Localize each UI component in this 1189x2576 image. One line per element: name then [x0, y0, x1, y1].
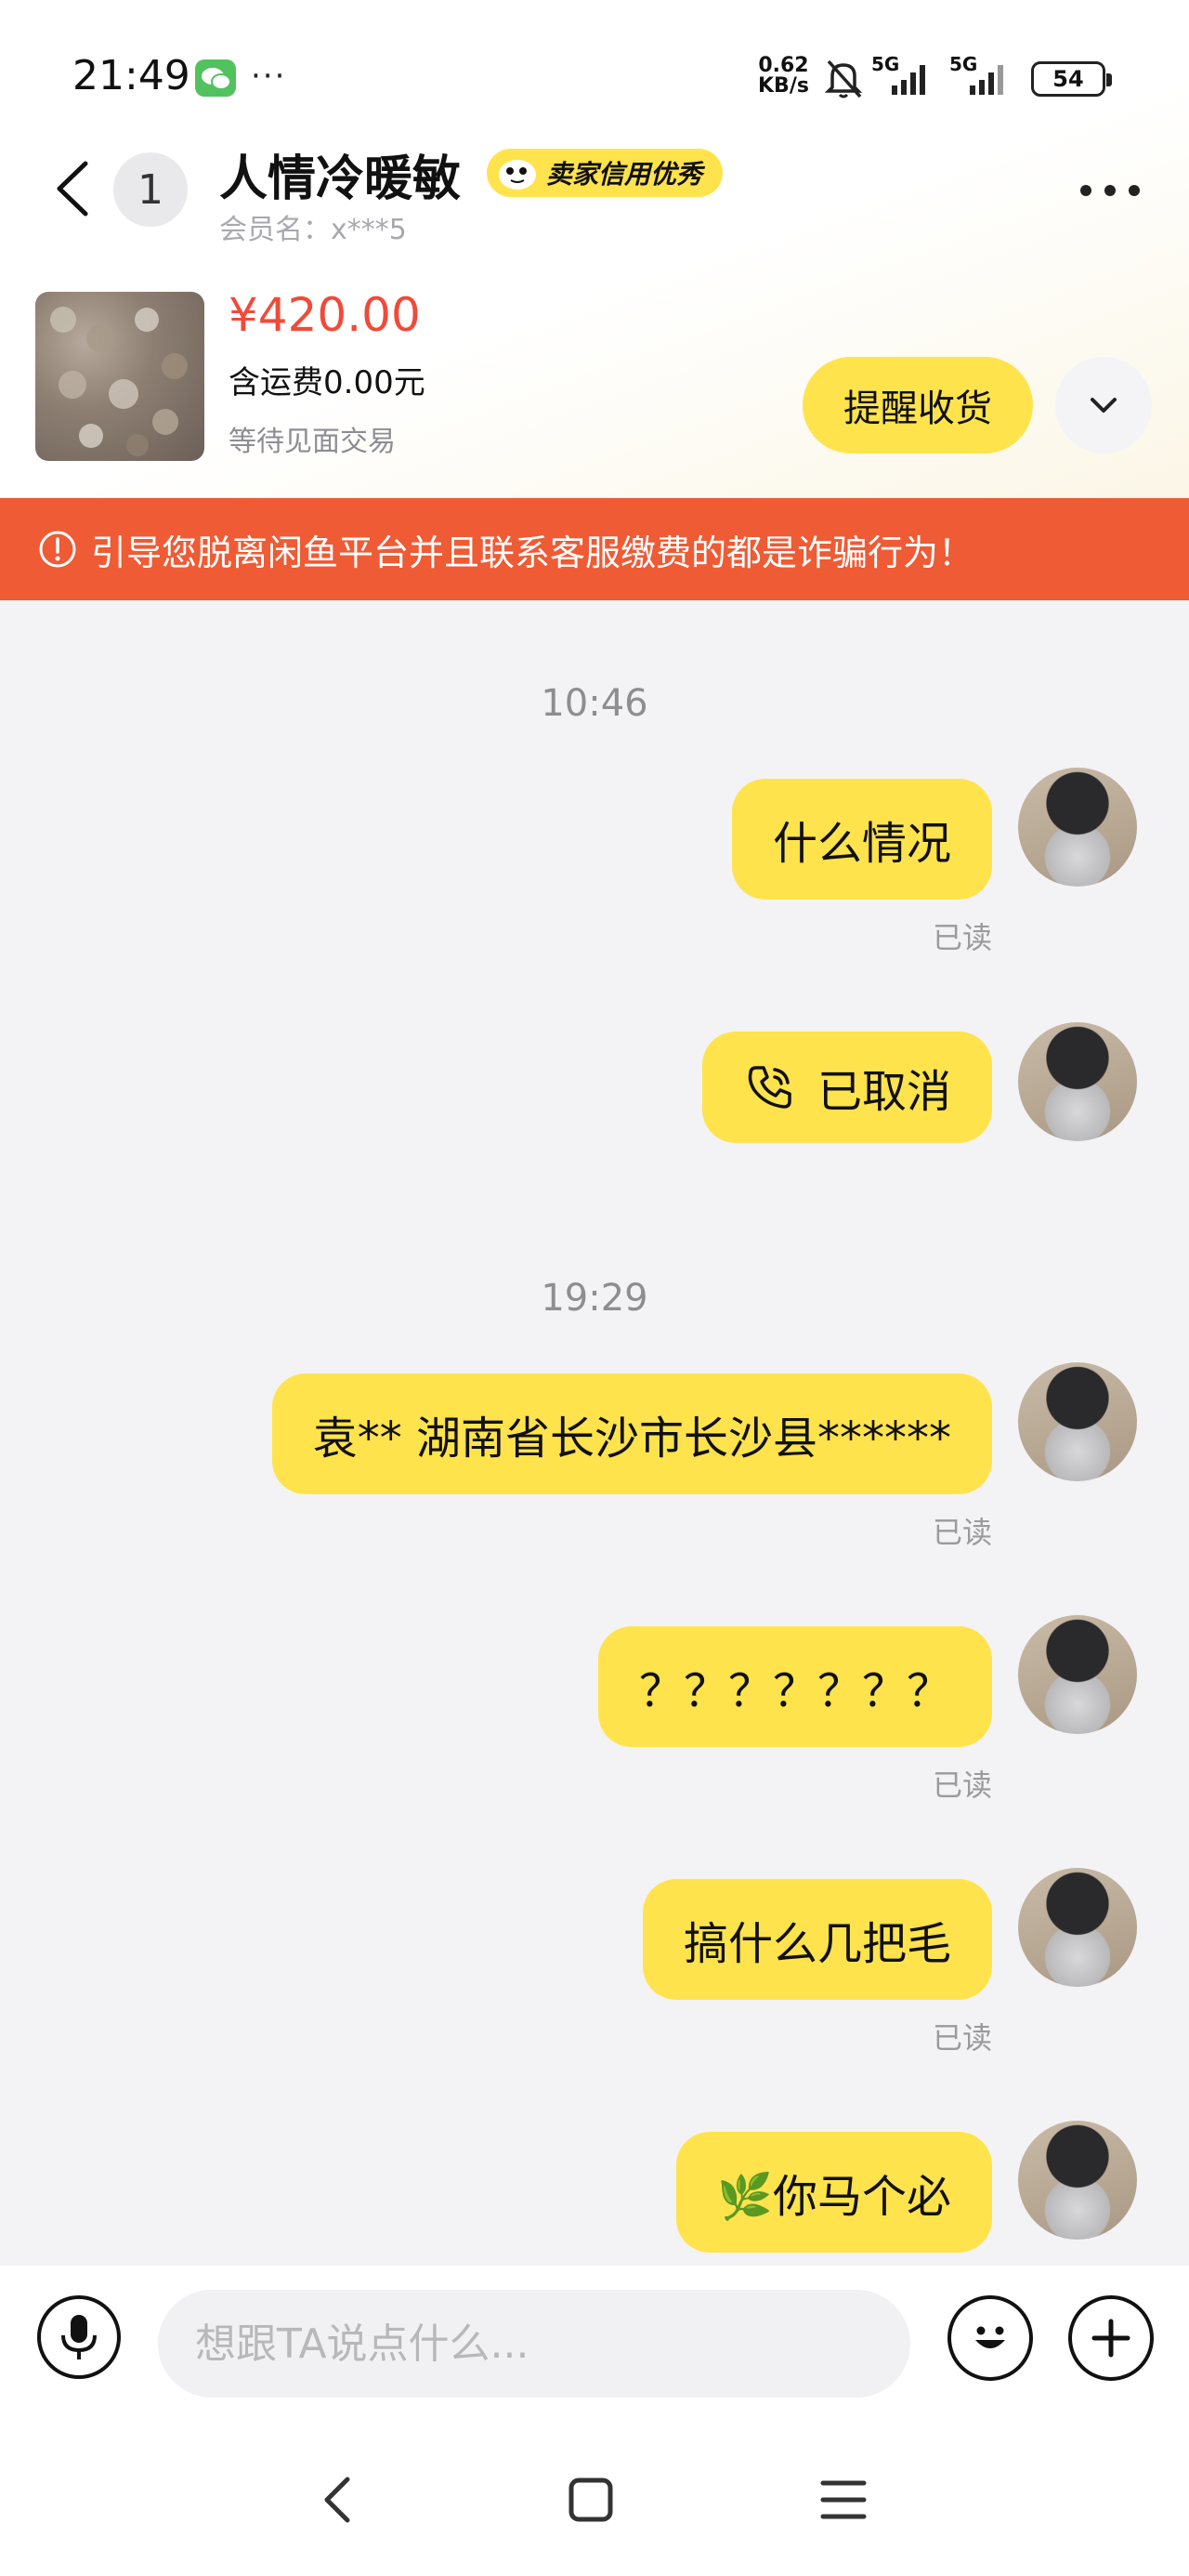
nav-back-icon[interactable]: [316, 2474, 360, 2526]
avatar[interactable]: [1018, 1022, 1137, 1141]
signal-icon: 5G: [871, 54, 925, 95]
message-text: ？？？？？？？: [638, 1665, 951, 1717]
seller-credit-badge: 卖家信用优秀: [487, 149, 724, 197]
message-text: 袁** 湖南省长沙市长沙县******: [312, 1413, 951, 1465]
warning-text: 引导您脱离闲鱼平台并且联系客服缴费的都是诈骗行为！: [91, 532, 974, 573]
warning-icon: [39, 531, 76, 568]
read-status: 已读: [933, 920, 993, 955]
unread-count-badge[interactable]: 1: [113, 152, 188, 227]
nav-menu-icon[interactable]: [819, 2477, 868, 2522]
emoji-icon: [975, 2326, 1005, 2348]
back-arrow-icon[interactable]: [50, 158, 97, 219]
net-speed: 0.62 KB/s: [758, 56, 809, 97]
wechat-icon: [195, 59, 236, 97]
message-bubble[interactable]: 袁** 湖南省长沙市长沙县******: [271, 1373, 992, 1494]
battery-level: 54: [1052, 66, 1084, 92]
message-text: 已取消: [817, 1066, 951, 1118]
bell-muted-icon: [824, 59, 863, 99]
plus-icon: [1091, 2319, 1130, 2358]
product-thumbnail[interactable]: [35, 292, 204, 461]
read-status: 已读: [933, 1515, 993, 1550]
expand-button[interactable]: [1055, 357, 1152, 453]
signal1-label: 5G: [871, 54, 899, 75]
product-price: ¥420.00: [229, 288, 421, 342]
message-input[interactable]: [158, 2290, 910, 2398]
chat-area[interactable]: 10:46 什么情况 已读 已取消 19:29 袁** 湖南省长沙市长沙县***…: [0, 600, 1189, 2266]
microphone-icon: [61, 2315, 97, 2359]
more-options-icon[interactable]: [1078, 182, 1143, 199]
avatar[interactable]: [1018, 1615, 1137, 1734]
credit-badge-label: 卖家信用优秀: [546, 159, 703, 190]
more-dots-icon: ···: [251, 58, 287, 95]
message-text: 搞什么几把毛: [683, 1918, 951, 1970]
message-bubble[interactable]: 🌿你马个必: [676, 2132, 992, 2253]
read-status: 已读: [933, 1768, 993, 1803]
message-text: 🌿你马个必: [717, 2171, 951, 2223]
avatar[interactable]: [1018, 2121, 1137, 2240]
time-label: 10:46: [541, 682, 648, 725]
coins-image: [50, 307, 188, 456]
voice-input-button[interactable]: [37, 2295, 121, 2379]
call-message-bubble[interactable]: 已取消: [701, 1032, 992, 1143]
read-status: 已读: [933, 2020, 993, 2056]
contact-name: 人情冷暖敏: [219, 151, 462, 207]
remind-receipt-button[interactable]: 提醒收货: [803, 357, 1033, 453]
status-time: 21:49: [72, 52, 190, 99]
message-text: 什么情况: [772, 818, 951, 870]
more-actions-button[interactable]: [1068, 2295, 1154, 2381]
message-bubble[interactable]: 搞什么几把毛: [642, 1879, 992, 2000]
status-bar: 21:49 ··· 0.62 KB/s 5G 5G 54: [0, 0, 1189, 158]
net-speed-unit: KB/s: [758, 74, 809, 98]
phone-call-icon: [748, 1066, 791, 1109]
avatar[interactable]: [1018, 1868, 1137, 1987]
nav-home-icon[interactable]: [567, 2476, 615, 2524]
fraud-warning-bar: 引导您脱离闲鱼平台并且联系客服缴费的都是诈骗行为！: [0, 498, 1189, 600]
chevron-down-icon: [1091, 398, 1117, 413]
xianyu-fish-icon: [499, 160, 536, 190]
input-bar: [0, 2266, 1189, 2424]
net-speed-value: 0.62: [758, 54, 809, 77]
time-label: 19:29: [541, 1277, 648, 1320]
signal2-label: 5G: [949, 54, 977, 75]
avatar[interactable]: [1018, 768, 1137, 887]
avatar[interactable]: [1018, 1362, 1137, 1481]
emoji-button[interactable]: [947, 2295, 1033, 2381]
shipping-fee: 含运费0.00元: [229, 364, 425, 401]
trade-status: 等待见面交易: [229, 426, 396, 458]
battery-icon: 54: [1031, 61, 1112, 97]
member-name: 会员名：x***5: [219, 214, 407, 246]
system-nav-bar: [0, 2424, 1189, 2576]
signal-icon: 5G: [949, 54, 1003, 95]
message-bubble[interactable]: ？？？？？？？: [597, 1626, 992, 1747]
message-bubble[interactable]: 什么情况: [731, 779, 992, 900]
